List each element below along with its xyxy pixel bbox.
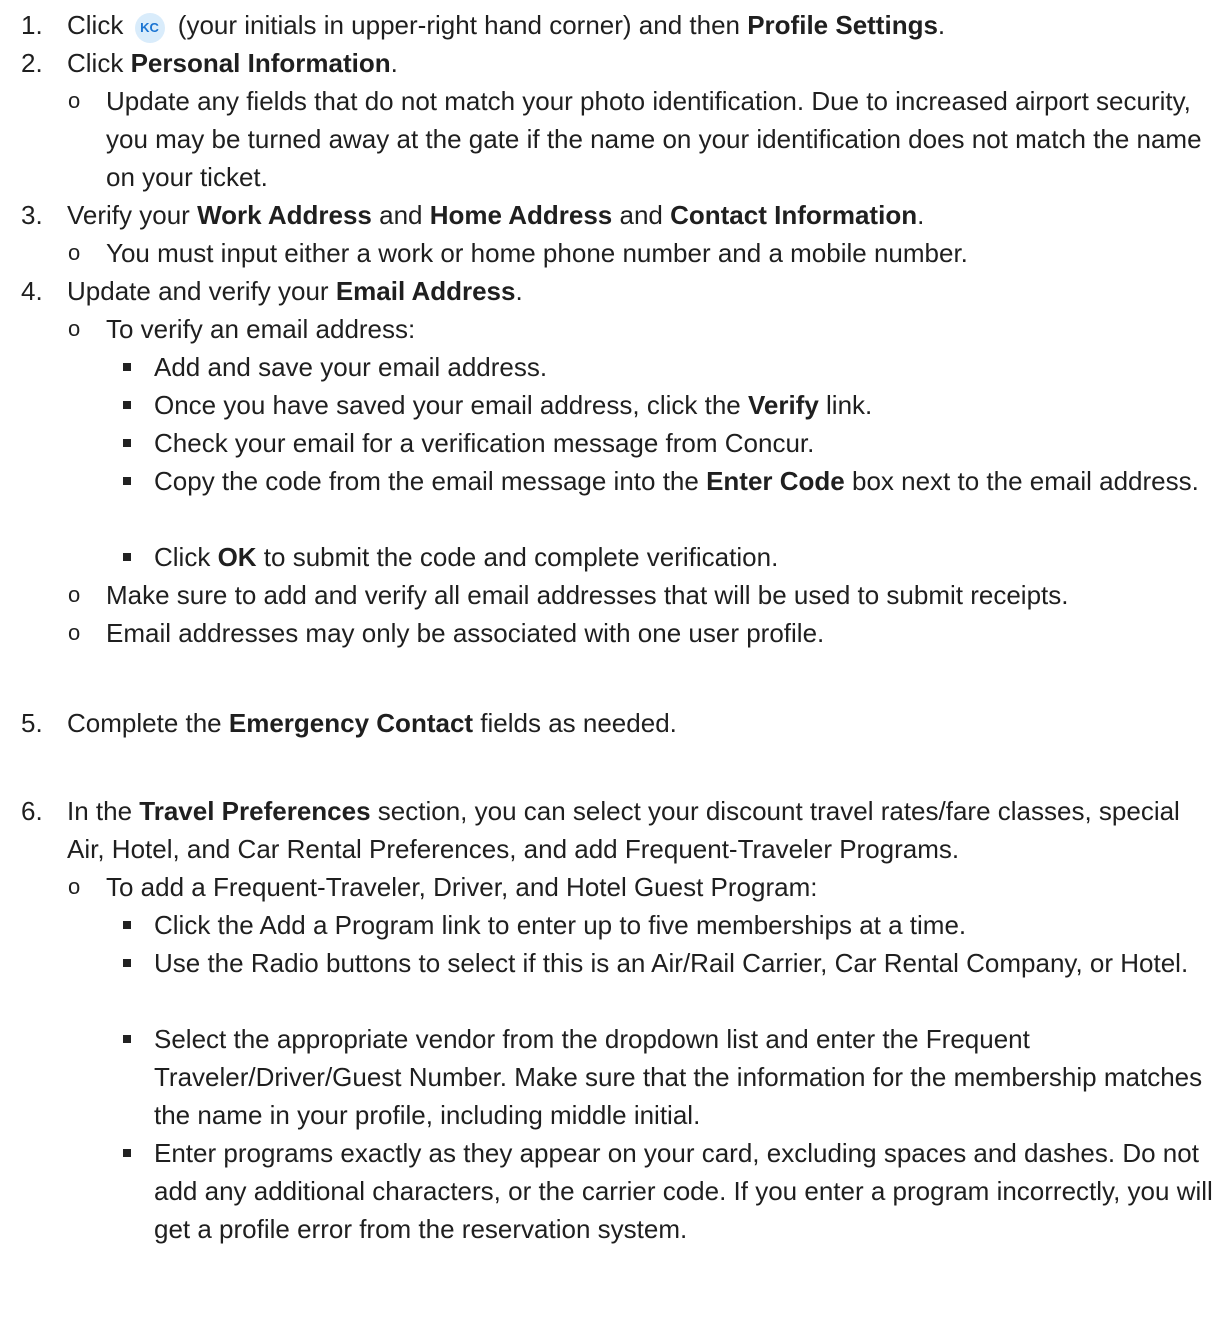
sub-item-text: You must input either a work or home pho… <box>106 238 968 268</box>
circle-bullet-icon: o <box>68 316 81 341</box>
sub-bullet-text: Check your email for a verification mess… <box>154 428 815 458</box>
instructions-document: 1. Click KC (your initials in upper-right… <box>0 0 1215 1344</box>
sub-item: o Email addresses may only be associated… <box>68 614 1178 652</box>
square-bullet-icon <box>123 439 131 447</box>
circle-bullet-icon: o <box>68 582 81 607</box>
step-1: 1. Click KC (your initials in upper-right… <box>21 6 945 44</box>
sub-item-text: To add a Frequent-Traveler, Driver, and … <box>106 872 818 902</box>
step-number: 4. <box>21 276 43 306</box>
square-bullet-icon <box>123 553 131 561</box>
sub-item: o To verify an email address: <box>68 310 1178 348</box>
sub-bullet-text: Click the Add a Program link to enter up… <box>154 910 967 940</box>
sub-item: o You must input either a work or home p… <box>68 234 1178 272</box>
bold-term: Contact Information <box>670 200 918 230</box>
sub-bullet-text: Copy the code from the email message int… <box>154 466 1199 496</box>
step-number: 6. <box>21 796 43 826</box>
bold-term: Enter Code <box>706 466 845 496</box>
circle-bullet-icon: o <box>68 874 81 899</box>
step-text: Click <box>67 10 131 40</box>
sub-item: o Make sure to add and verify all email … <box>68 576 1208 614</box>
bold-term: Email Address <box>335 276 516 306</box>
bold-term: Travel Preferences <box>139 796 371 826</box>
step-text: (your initials in upper-right hand corne… <box>170 10 748 40</box>
sub-bullet-text: Select the appropriate vendor from the d… <box>154 1024 1203 1130</box>
square-bullet-icon <box>123 1035 131 1043</box>
sub-bullet: Once you have saved your email address, … <box>123 386 1203 424</box>
step-number: 3. <box>21 200 43 230</box>
step-5: 5. Complete the Emergency Contact fields … <box>21 704 677 742</box>
sub-item-text: To verify an email address: <box>106 314 416 344</box>
step-2: 2. Click Personal Information. <box>21 44 398 82</box>
sub-item-text: Email addresses may only be associated w… <box>106 618 825 648</box>
sub-bullet: Click OK to submit the code and complete… <box>123 538 1203 576</box>
sub-item: o Update any fields that do not match yo… <box>68 82 1202 196</box>
sub-bullet: Check your email for a verification mess… <box>123 424 1203 462</box>
step-number: 5. <box>21 708 43 738</box>
sub-bullet-text: Use the Radio buttons to select if this … <box>154 948 1189 978</box>
bold-term: Emergency Contact <box>228 708 474 738</box>
bold-term: Home Address <box>429 200 613 230</box>
sub-bullet: Enter programs exactly as they appear on… <box>123 1134 1213 1248</box>
bold-term: OK <box>217 542 257 572</box>
sub-bullet: Copy the code from the email message int… <box>123 462 1203 538</box>
sub-bullet: Click the Add a Program link to enter up… <box>123 906 1203 944</box>
user-initials-avatar: KC <box>134 13 165 43</box>
bold-term: Profile Settings <box>747 10 938 40</box>
step-4: 4. Update and verify your Email Address. <box>21 272 523 310</box>
square-bullet-icon <box>123 477 131 485</box>
circle-bullet-icon: o <box>68 240 81 265</box>
sub-bullet-text: Add and save your email address. <box>154 352 548 382</box>
sub-bullet: Select the appropriate vendor from the d… <box>123 1020 1203 1134</box>
step-3: 3. Verify your Work Address and Home Addr… <box>21 196 924 234</box>
sub-item-text: Make sure to add and verify all email ad… <box>106 580 1069 610</box>
step-number: 2. <box>21 48 43 78</box>
square-bullet-icon <box>123 401 131 409</box>
square-bullet-icon <box>123 959 131 967</box>
bold-term: Work Address <box>197 200 372 230</box>
step-6: 6. In the Travel Preferences section, yo… <box>21 792 1206 868</box>
sub-item: o To add a Frequent-Traveler, Driver, an… <box>68 868 1178 906</box>
square-bullet-icon <box>123 1149 131 1157</box>
sub-bullet-text: Enter programs exactly as they appear on… <box>154 1138 1213 1244</box>
step-text: In the Travel Preferences section, you c… <box>67 796 1180 864</box>
circle-bullet-icon: o <box>68 620 81 645</box>
square-bullet-icon <box>123 363 131 371</box>
sub-item-text: Update any fields that do not match your… <box>106 86 1202 192</box>
bold-term: Verify <box>747 390 819 420</box>
sub-bullet: Add and save your email address. <box>123 348 1203 386</box>
circle-bullet-icon: o <box>68 88 81 113</box>
sub-bullet: Use the Radio buttons to select if this … <box>123 944 1203 1020</box>
bold-term: Personal Information <box>130 48 391 78</box>
step-number: 1. <box>21 10 43 40</box>
sub-bullet-text: Click OK to submit the code and complete… <box>154 542 779 572</box>
sub-bullet-text: Once you have saved your email address, … <box>154 390 873 420</box>
square-bullet-icon <box>123 921 131 929</box>
